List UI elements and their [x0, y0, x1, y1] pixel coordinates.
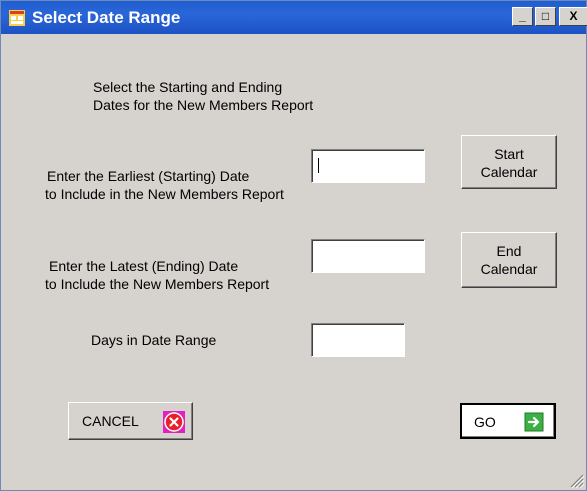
cancel-button-label: CANCEL	[82, 413, 139, 429]
start-date-label-line2: to Include in the New Members Report	[45, 186, 284, 202]
go-button-label: GO	[474, 414, 496, 430]
start-date-label-line1: Enter the Earliest (Starting) Date	[47, 168, 250, 184]
close-button[interactable]: X	[559, 7, 587, 26]
end-calendar-label-line2: Calendar	[480, 261, 538, 277]
resize-grip-icon[interactable]	[568, 472, 584, 488]
cancel-button[interactable]: CANCEL	[68, 402, 193, 440]
start-calendar-label-line1: Start	[494, 146, 524, 162]
title-bar[interactable]: Select Date Range _ □ X	[1, 1, 587, 34]
form-icon	[9, 10, 25, 26]
days-in-range-label: Days in Date Range	[91, 332, 217, 348]
text-caret	[318, 158, 319, 173]
end-calendar-button[interactable]: End Calendar	[461, 232, 557, 288]
end-date-label-line2: to Include the New Members Report	[45, 276, 270, 292]
start-calendar-button[interactable]: Start Calendar	[461, 135, 557, 189]
minimize-button[interactable]: _	[512, 7, 533, 26]
end-calendar-label-line1: End	[496, 243, 522, 259]
end-date-input[interactable]	[311, 239, 425, 273]
go-button[interactable]: GO	[460, 403, 556, 439]
instructions-line1: Select the Starting and Ending	[93, 79, 283, 95]
start-date-input[interactable]	[311, 149, 425, 183]
end-date-label-line1: Enter the Latest (Ending) Date	[49, 258, 239, 274]
go-arrow-icon	[524, 412, 544, 432]
start-calendar-label-line2: Calendar	[480, 164, 538, 180]
instructions-line2: Dates for the New Members Report	[93, 97, 314, 113]
days-in-range-field[interactable]	[311, 323, 405, 357]
maximize-button[interactable]: □	[535, 7, 556, 26]
cancel-x-icon	[163, 411, 185, 433]
dialog-window: Select Date Range _ □ X Select the Start…	[0, 0, 587, 491]
window-title: Select Date Range	[32, 8, 181, 27]
